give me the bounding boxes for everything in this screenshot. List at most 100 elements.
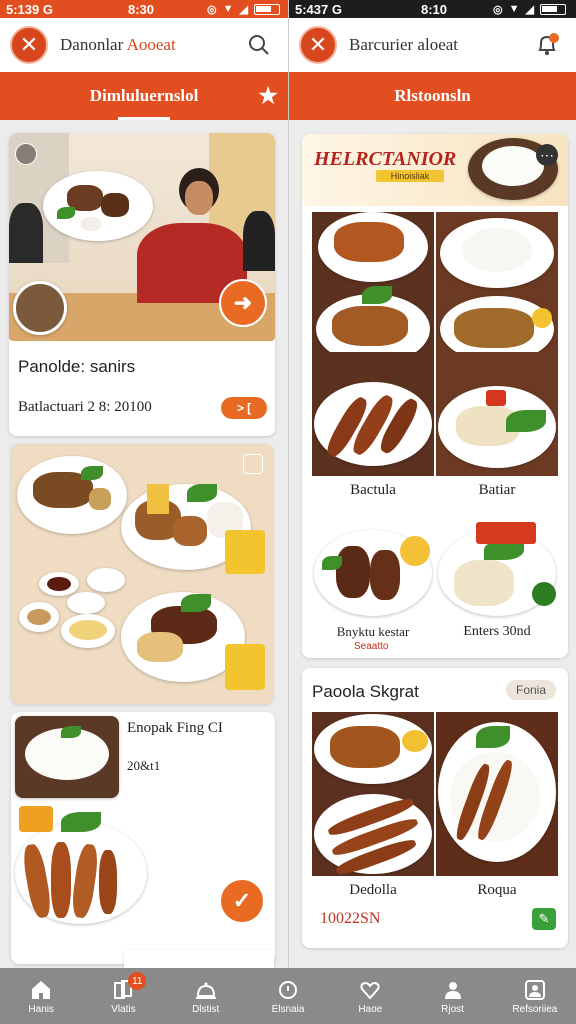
home-icon xyxy=(32,980,51,999)
play-icon[interactable] xyxy=(15,143,37,165)
close-button[interactable]: ✕ xyxy=(299,26,337,64)
wifi-icon: ◢ xyxy=(239,3,248,16)
dish-photo xyxy=(436,516,558,620)
signal-icon: ▼ xyxy=(222,3,234,15)
tab-indicator xyxy=(118,117,170,120)
wifi-icon: ▼ xyxy=(508,3,520,15)
app-screen: 5:139 G 8:30 ◎ ▼ ◢ 5:437 G 8:10 ◎ ▼ ◢ ✕ … xyxy=(0,0,576,1024)
item-title: Enopak Fing CI xyxy=(127,720,223,736)
banner-title: HELRCTANIOR xyxy=(314,148,457,170)
alarm-icon: ◎ xyxy=(493,3,503,16)
nav-item-search[interactable]: Elsnaia xyxy=(247,968,329,1024)
nav-label: Elsnaia xyxy=(271,1003,305,1015)
banner-tag: Hinoisliak xyxy=(376,170,444,182)
nav-label: Haoe xyxy=(358,1003,383,1015)
check-icon: ✓ xyxy=(232,888,252,913)
nav-item-home[interactable]: Hanis xyxy=(0,968,82,1024)
title-accent: Aooeat xyxy=(126,35,176,54)
nav-label: Dlstist xyxy=(192,1003,220,1015)
restaurant-card[interactable]: Paoola Skgrat Fonia Dedolla Roqua 10022S… xyxy=(302,668,568,948)
tab-bar-left[interactable]: Dimluluernslol ★ xyxy=(0,72,288,120)
dish-photo xyxy=(312,352,434,476)
close-button[interactable]: ✕ xyxy=(10,26,48,64)
dish-photo xyxy=(436,352,558,476)
nav-label: Hanis xyxy=(28,1003,54,1015)
tab-bar-right[interactable]: Rlstoonsln xyxy=(289,72,576,120)
alarm-icon: ◎ xyxy=(207,3,217,16)
status-bar-right: 5:437 G 8:10 ◎ ▼ ◢ xyxy=(289,0,576,18)
cloche-icon xyxy=(195,982,216,999)
dish-label: Bnyktu kestar xyxy=(336,624,410,639)
status-icons: ◎ ▼ ◢ xyxy=(207,3,280,16)
dish-label: Bactula xyxy=(350,482,396,498)
search-icon xyxy=(249,35,269,55)
page-title: Danonlar Aooeat xyxy=(60,35,176,55)
carrier-label: 5:437 G xyxy=(295,1,342,17)
dish-label: Dedolla xyxy=(349,882,397,898)
user-icon xyxy=(524,979,545,1000)
action-pill[interactable]: > [ xyxy=(221,397,267,419)
carrier-label: 5:139 G xyxy=(6,1,53,17)
star-icon[interactable]: ★ xyxy=(258,83,278,109)
nav-item-dishes[interactable]: Dlstist xyxy=(165,968,247,1024)
close-icon: ✕ xyxy=(19,32,39,57)
nav-item-profile[interactable]: Rjost xyxy=(411,968,493,1024)
item-price: 20&t1 xyxy=(127,758,161,773)
menu-banner: HELRCTANIOR Hinoisliak ⋯ xyxy=(302,134,568,206)
thumbnail xyxy=(13,281,67,335)
bell-icon xyxy=(538,33,559,55)
signal-icon: ◢ xyxy=(525,3,534,16)
status-icons: ◎ ▼ ◢ xyxy=(493,3,566,16)
arrow-right-icon: ➜ xyxy=(233,290,253,315)
menu-item-card[interactable]: Enopak Fing CI 20&t1 ✓ xyxy=(11,712,275,964)
dish-photo xyxy=(436,712,558,876)
nav-label: Vlatis xyxy=(111,1003,136,1015)
nav-label: Rjost xyxy=(441,1003,464,1015)
dish-photo xyxy=(312,212,434,352)
title-main: Danonlar xyxy=(60,35,124,54)
search-button[interactable] xyxy=(244,30,274,60)
bottom-navigation: Hanis Vlatis 11 Dlstist Elsnaia Haoe Rjo… xyxy=(0,968,576,1024)
next-button[interactable]: ➜ xyxy=(219,279,267,327)
restaurant-photo: ➜ xyxy=(9,133,275,341)
tab-label: Rlstoonsln xyxy=(394,86,471,105)
more-icon[interactable]: ⋯ xyxy=(536,144,558,166)
edit-button[interactable]: ✎ xyxy=(532,908,556,930)
dish-photo xyxy=(312,712,434,876)
dish-label: Roqua xyxy=(477,882,517,898)
status-bar-left: 5:139 G 8:30 ◎ ▼ ◢ xyxy=(0,0,288,18)
card-subtitle: Batlactuari 2 8: 20100 xyxy=(18,399,152,415)
confirm-button[interactable]: ✓ xyxy=(219,878,265,924)
header-right: ✕ Barcurier aloeat xyxy=(289,18,576,72)
notification-button[interactable] xyxy=(532,30,562,60)
clock: 8:10 xyxy=(421,1,448,17)
dish-label: Enters 30nd xyxy=(463,624,531,639)
tab-label: Dimluluernslol xyxy=(89,86,199,105)
dish-label: Batiar xyxy=(478,482,516,498)
heart-icon xyxy=(360,981,380,1000)
page-title: Barcurier aloeat xyxy=(349,35,459,54)
battery-icon xyxy=(540,3,566,15)
nav-item-account[interactable]: Refsoriiea xyxy=(494,968,576,1024)
nav-label: Refsoriiea xyxy=(512,1003,558,1015)
nav-item-cards[interactable]: Vlatis 11 xyxy=(82,968,164,1024)
notification-badge: 11 xyxy=(128,972,147,990)
edit-icon: ✎ xyxy=(538,911,550,926)
restaurant-menu-card[interactable]: HELRCTANIOR Hinoisliak ⋯ Bactula Batiar … xyxy=(302,134,568,658)
price-label: 10022SN xyxy=(320,910,381,927)
food-spread-card[interactable] xyxy=(11,444,273,704)
card-title: Paoola Skgrat xyxy=(312,682,419,701)
battery-icon xyxy=(254,3,280,15)
profile-icon xyxy=(444,981,461,999)
dish-sublabel: Seaatto xyxy=(354,641,389,652)
panel-divider xyxy=(288,0,289,1024)
bookmark-icon[interactable] xyxy=(243,454,263,474)
search-icon xyxy=(278,980,297,999)
close-icon: ✕ xyxy=(308,32,328,57)
restaurant-card[interactable]: ➜ Panolde: sanirs Batlactuari 2 8: 20100… xyxy=(9,133,275,436)
clock: 8:30 xyxy=(128,1,155,17)
card-title: Panolde: sanirs xyxy=(18,357,136,376)
nav-item-favorites[interactable]: Haoe xyxy=(329,968,411,1024)
dish-photo xyxy=(312,516,434,620)
category-badge: Fonia xyxy=(506,680,556,700)
